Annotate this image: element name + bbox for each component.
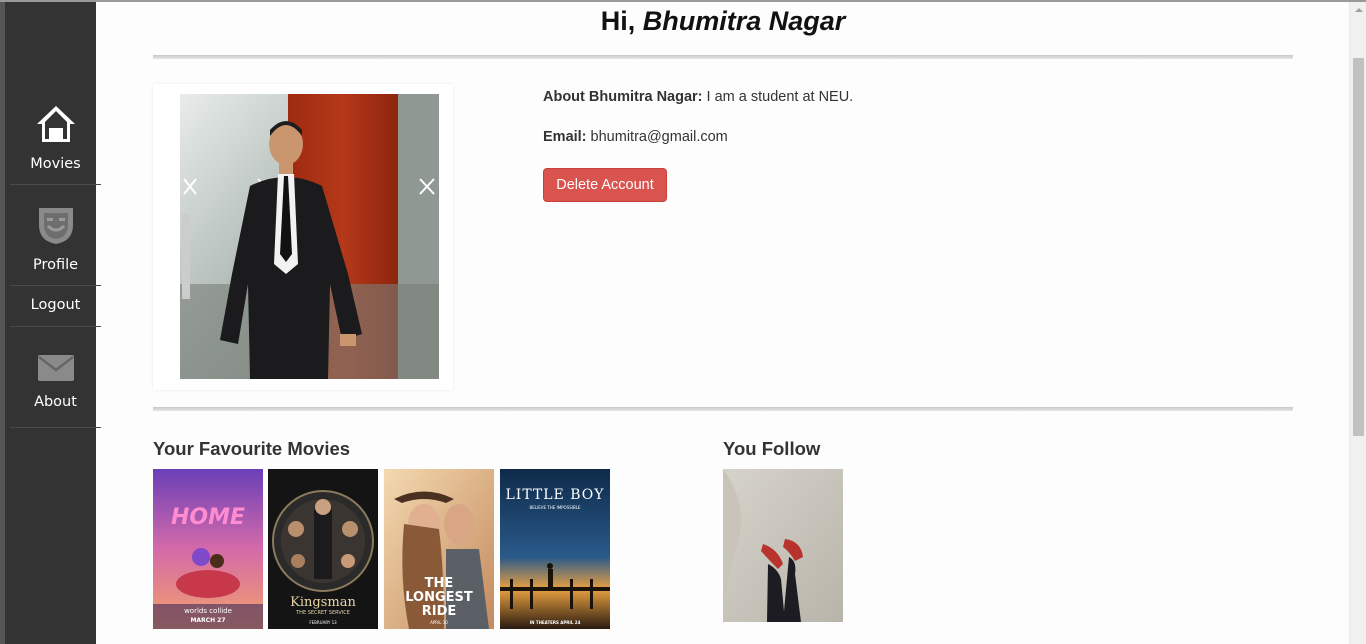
face-shield-icon: [38, 208, 73, 244]
sidebar: Movies Profile Logout About: [0, 2, 101, 644]
movie-poster-date: MARCH 27: [190, 617, 226, 624]
scrollbar-thumb[interactable]: [1353, 58, 1364, 436]
divider-top: [153, 55, 1293, 59]
delete-account-button[interactable]: Delete Account: [543, 168, 667, 202]
sidebar-item-label: Movies: [30, 156, 81, 172]
movie-poster-the-longest-ride[interactable]: THE LONGEST RIDE APRIL 10: [384, 469, 494, 629]
movie-poster-date: IN THEATERS APRIL 24: [529, 620, 581, 625]
followed-user-avatar[interactable]: [723, 469, 843, 622]
email-value: bhumitra@gmail.com: [586, 129, 728, 145]
movie-poster-title: HOME: [170, 505, 246, 530]
envelope-icon: [37, 355, 74, 381]
sidebar-item-label: Profile: [32, 257, 79, 273]
favourites-title: Your Favourite Movies: [153, 438, 351, 459]
about-text: I am a student at NEU.: [702, 89, 854, 105]
movie-poster-date: APRIL 10: [430, 620, 448, 625]
movie-poster-title: LITTLE BOY: [505, 487, 605, 503]
page-scrollbar[interactable]: [1349, 2, 1366, 644]
scroll-up-arrow-icon[interactable]: [1350, 2, 1366, 19]
movie-poster-title: Kingsman: [290, 595, 356, 610]
about-label: About Bhumitra Nagar:: [543, 89, 703, 105]
movie-poster-tagline: worlds collide: [184, 607, 232, 615]
about-line: About Bhumitra Nagar: I am a student at …: [543, 89, 853, 105]
sidebar-item-label: Logout: [30, 297, 81, 313]
movie-poster-kingsman[interactable]: Kingsman THE SECRET SERVICE FEBRUARY 13: [268, 469, 378, 629]
page-title: Hi, Bhumitra Nagar: [153, 6, 1293, 37]
following-title: You Follow: [723, 438, 821, 459]
profile-photo: [180, 94, 439, 379]
user-name: Bhumitra Nagar: [642, 6, 846, 36]
sidebar-item-profile[interactable]: Profile: [10, 185, 101, 286]
sidebar-item-movies[interactable]: Movies: [10, 2, 101, 185]
home-icon: [36, 106, 75, 142]
sidebar-item-logout[interactable]: Logout: [10, 286, 101, 327]
sidebar-item-about[interactable]: About: [10, 327, 101, 428]
email-line: Email: bhumitra@gmail.com: [543, 129, 728, 145]
divider-bottom: [153, 407, 1293, 411]
window-top-edge: [0, 0, 1366, 2]
movie-poster-title: THE LONGEST RIDE: [405, 576, 473, 619]
movie-poster-date: FEBRUARY 13: [309, 620, 337, 625]
email-label: Email:: [543, 129, 587, 145]
greeting-prefix: Hi,: [600, 6, 643, 36]
movie-poster-tagline: THE SECRET SERVICE: [296, 610, 350, 616]
movie-poster-tagline: BELIEVE THE IMPOSSIBLE: [529, 505, 581, 510]
movie-poster-home[interactable]: HOME worlds collide MARCH 27: [153, 469, 263, 629]
sidebar-item-label: About: [34, 394, 77, 410]
movie-poster-little-boy[interactable]: LITTLE BOY BELIEVE THE IMPOSSIBLE IN THE…: [500, 469, 610, 629]
